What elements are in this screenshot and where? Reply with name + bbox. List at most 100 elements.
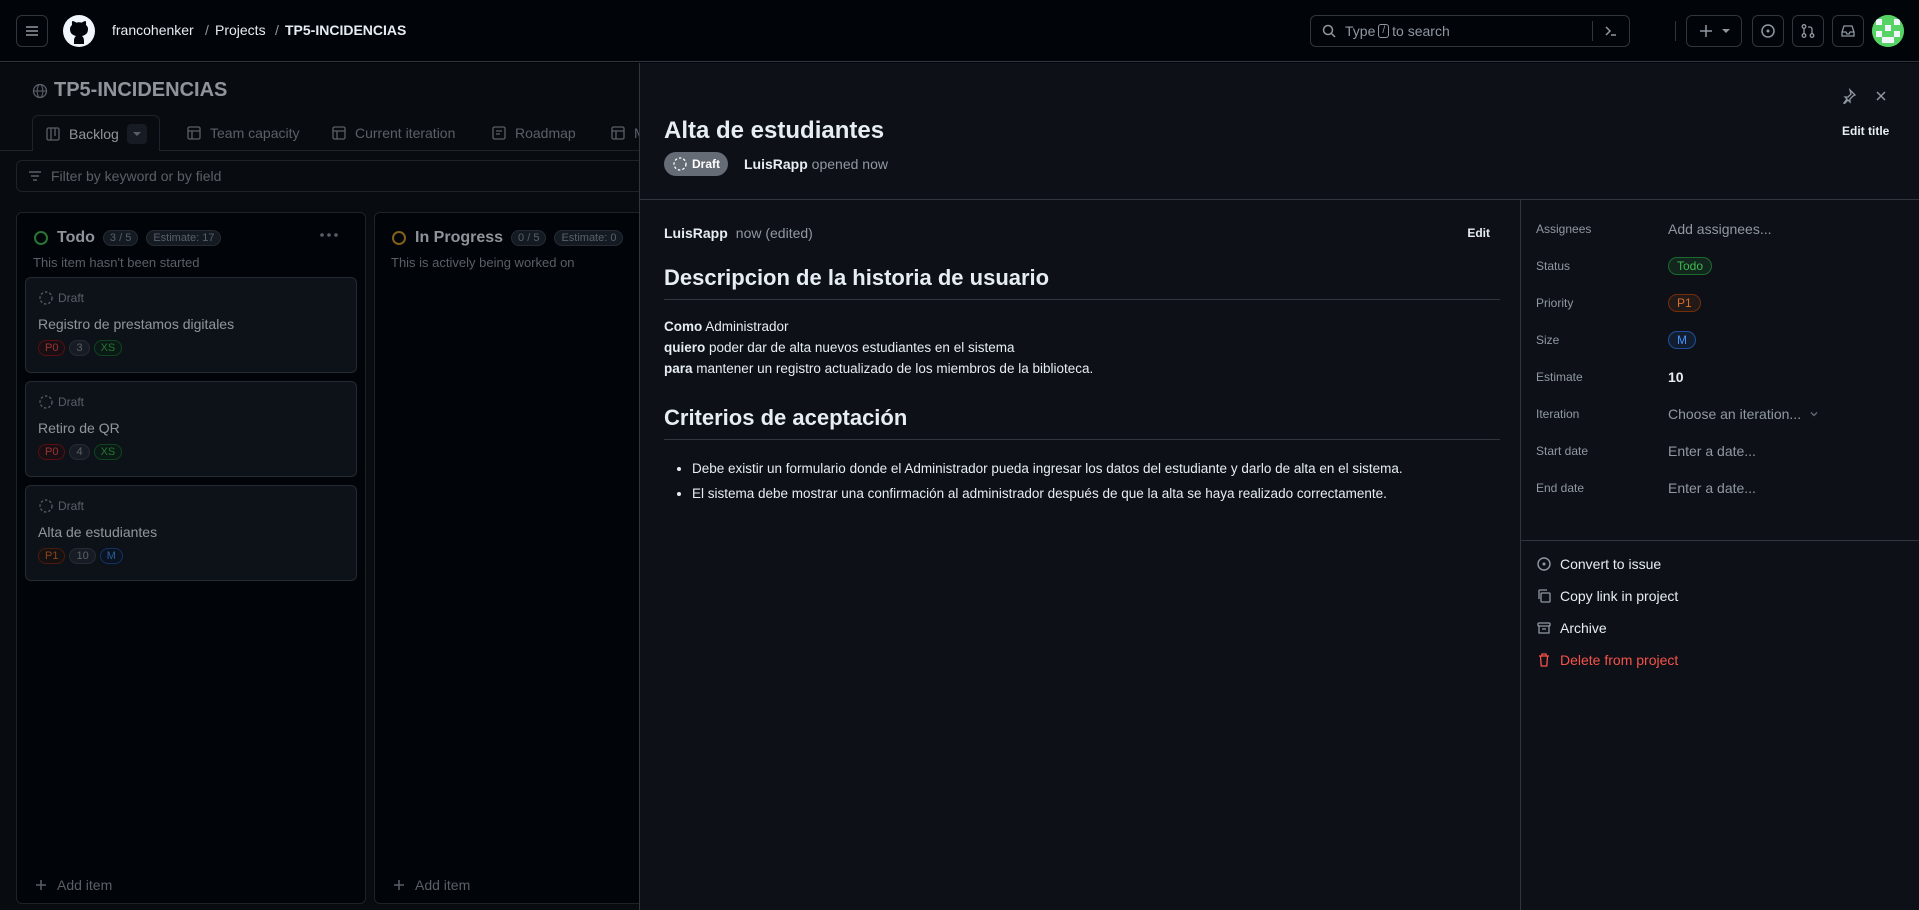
column-count: 0 / 5 <box>511 230 547 246</box>
column-header: Todo 3 / 5 Estimate: 17 <box>33 229 222 247</box>
filter-input[interactable]: Filter by keyword or by field <box>16 160 656 192</box>
field-size[interactable]: Size M <box>1536 328 1916 352</box>
command-palette-icon[interactable] <box>1603 23 1619 39</box>
priority-tag: P0 <box>38 444 66 460</box>
tab-current-iteration[interactable]: Current iteration <box>331 115 455 151</box>
tab-backlog[interactable]: Backlog <box>32 115 160 151</box>
column-description: This item hasn't been started <box>33 255 200 270</box>
edit-title-button[interactable]: Edit title <box>1842 124 1889 138</box>
estimate-tag: 3 <box>69 340 90 356</box>
status-pill[interactable]: Todo <box>1668 257 1713 275</box>
card-title[interactable]: Alta de estudiantes <box>38 524 157 540</box>
board-icon <box>46 126 60 141</box>
github-logo-icon[interactable] <box>63 15 95 47</box>
user-avatar[interactable] <box>1872 15 1904 47</box>
draft-text: Draft <box>58 291 85 305</box>
issues-button[interactable] <box>1752 15 1784 47</box>
size-pill[interactable]: M <box>1668 331 1696 349</box>
search-icon <box>1322 24 1336 38</box>
tab-team-capacity[interactable]: Team capacity <box>186 115 299 151</box>
menu-button[interactable] <box>16 15 48 47</box>
draft-label: Draft <box>38 290 84 306</box>
breadcrumb-projects[interactable]: Projects <box>215 22 266 38</box>
actions-divider <box>1520 540 1919 541</box>
pin-icon[interactable] <box>1841 88 1857 104</box>
field-value[interactable]: Choose an iteration... <box>1668 406 1801 422</box>
opened-time: opened now <box>811 156 888 172</box>
issue-opened-icon <box>1537 557 1551 571</box>
add-item-label: Add item <box>57 877 113 893</box>
field-iteration[interactable]: Iteration Choose an iteration... <box>1536 402 1916 426</box>
field-value[interactable]: Add assignees... <box>1668 221 1772 237</box>
view-options-button[interactable] <box>126 123 147 144</box>
column-todo: Todo 3 / 5 Estimate: 17 This item hasn't… <box>16 212 366 904</box>
field-value[interactable]: 10 <box>1668 369 1684 385</box>
copy-icon <box>1538 589 1551 603</box>
card-tags: P1 10 M <box>38 548 123 564</box>
trash-icon <box>1539 653 1549 667</box>
tab-label: Current iteration <box>355 125 456 141</box>
field-assignees[interactable]: Assignees Add assignees... <box>1536 217 1916 241</box>
inbox-button[interactable] <box>1832 15 1864 47</box>
column-menu-icon[interactable] <box>319 231 339 239</box>
project-title: TP5-INCIDENCIAS <box>32 79 227 102</box>
create-new-button[interactable] <box>1686 15 1742 47</box>
globe-icon <box>32 83 48 98</box>
archive-button[interactable]: Archive <box>1536 620 1607 636</box>
hamburger-icon <box>26 26 38 36</box>
story-line-role: Como Administrador <box>664 316 1500 337</box>
estimate-tag: 10 <box>69 548 96 564</box>
add-item-button[interactable]: Add item <box>391 877 470 893</box>
search-input[interactable]: Type / to search <box>1310 15 1630 47</box>
pull-requests-button[interactable] <box>1792 15 1824 47</box>
draft-label: Draft <box>38 394 84 410</box>
close-icon[interactable] <box>1873 88 1889 104</box>
action-label: Convert to issue <box>1560 556 1662 572</box>
breadcrumb-project[interactable]: TP5-INCIDENCIAS <box>285 22 406 38</box>
field-label: Size <box>1536 333 1560 347</box>
card-item[interactable]: Draft Registro de prestamos digitales P0… <box>25 277 357 373</box>
column-header: In Progress 0 / 5 Estimate: 0 <box>391 229 624 247</box>
column-estimate: Estimate: 17 <box>146 230 222 246</box>
issue-opened-icon <box>1761 24 1775 38</box>
priority-pill[interactable]: P1 <box>1668 294 1701 312</box>
card-title[interactable]: Retiro de QR <box>38 420 120 436</box>
field-priority[interactable]: Priority P1 <box>1536 291 1916 315</box>
inbox-icon <box>1841 25 1855 37</box>
card-tags: P0 4 XS <box>38 444 123 460</box>
plus-icon <box>394 880 404 890</box>
project-board: TP5-INCIDENCIAS Backlog Team capacity Cu… <box>0 63 664 910</box>
search-divider <box>1592 21 1593 41</box>
action-label: Archive <box>1560 620 1607 636</box>
tab-label: Team capacity <box>210 125 300 141</box>
criteria-list: Debe existir un formulario donde el Admi… <box>664 456 1500 506</box>
author-link[interactable]: LuisRapp <box>744 156 808 172</box>
tab-roadmap[interactable]: Roadmap <box>491 115 576 151</box>
edit-body-button[interactable]: Edit <box>1467 226 1490 240</box>
field-value[interactable]: Enter a date... <box>1668 443 1756 459</box>
field-start-date[interactable]: Start date Enter a date... <box>1536 439 1916 463</box>
plus-icon <box>1700 25 1712 37</box>
opened-info: LuisRapp opened now <box>744 156 888 172</box>
delete-from-project-button[interactable]: Delete from project <box>1536 652 1678 668</box>
field-status[interactable]: Status Todo <box>1536 254 1916 278</box>
breadcrumb-owner[interactable]: francohenker <box>112 22 194 38</box>
story-keyword: para <box>664 361 693 376</box>
comment-author[interactable]: LuisRapp <box>664 225 728 241</box>
search-shortcut-key: / <box>1378 24 1390 38</box>
card-title[interactable]: Registro de prestamos digitales <box>38 316 234 332</box>
add-item-button[interactable]: Add item <box>33 877 112 893</box>
field-estimate[interactable]: Estimate 10 <box>1536 365 1916 389</box>
priority-tag: P0 <box>38 340 66 356</box>
copy-link-button[interactable]: Copy link in project <box>1536 588 1678 604</box>
convert-to-issue-button[interactable]: Convert to issue <box>1536 556 1661 572</box>
card-item[interactable]: Draft Retiro de QR P0 4 XS <box>25 381 357 477</box>
story-text: mantener un registro actualizado de los … <box>692 361 1094 376</box>
card-item[interactable]: Draft Alta de estudiantes P1 10 M <box>25 485 357 581</box>
column-name: In Progress <box>415 229 504 246</box>
field-value[interactable]: Enter a date... <box>1668 480 1756 496</box>
global-header: francohenker / Projects / TP5-INCIDENCIA… <box>0 0 1919 62</box>
column-in-progress: In Progress 0 / 5 Estimate: 0 This is ac… <box>374 212 664 904</box>
criteria-heading: Criterios de aceptación <box>664 405 1500 440</box>
field-end-date[interactable]: End date Enter a date... <box>1536 476 1916 500</box>
